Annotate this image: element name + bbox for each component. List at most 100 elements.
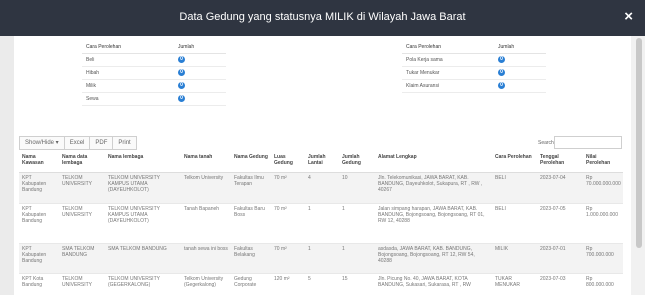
search-input[interactable]	[554, 136, 622, 149]
table-cell: TUKAR MENUKAR	[492, 273, 537, 295]
summary-row: Tukar Menukar 0	[402, 66, 546, 80]
summary-header-count: Jumlah	[174, 41, 226, 54]
table-cell: TELKOM UNIVERSITY	[59, 172, 105, 204]
count-badge[interactable]: 0	[498, 56, 505, 63]
pdf-button[interactable]: PDF	[90, 136, 114, 150]
summary-method: Beli	[82, 53, 174, 67]
print-button[interactable]: Print	[113, 136, 137, 150]
table-cell: 1	[305, 243, 339, 274]
table-cell: 1	[305, 203, 339, 244]
table-row: KPT Kabupaten Bandung TELKOM UNIVERSITY …	[19, 203, 623, 244]
modal-title: Data Gedung yang statusnya MILIK di Wila…	[179, 11, 466, 23]
buildings-table: Nama Kawasan Nama data lembaga Nama lemb…	[19, 152, 623, 295]
table-cell: Fakultas Ilmu Terapan	[231, 172, 271, 204]
column-header[interactable]: Nama Kawasan	[19, 152, 59, 173]
table-cell: Fakultas Belakang	[231, 243, 271, 274]
export-toolbar: Show/Hide ▾ Excel PDF Print	[19, 136, 137, 150]
column-header[interactable]: Luas Gedung	[271, 152, 305, 173]
table-cell: Rp 1.000.000.000	[583, 203, 623, 244]
table-cell: Tanah Bapaneh	[181, 203, 231, 244]
table-cell: Jln. Picung No. 40, JAWA BARAT, KOTA BAN…	[375, 273, 492, 295]
table-cell: 4	[305, 172, 339, 204]
summary-row: Beli 0	[82, 53, 226, 67]
table-cell: Rp 800.000.000	[583, 273, 623, 295]
table-cell: 1	[339, 203, 375, 244]
count-badge[interactable]: 0	[178, 69, 185, 76]
table-cell: 5	[305, 273, 339, 295]
table-cell: KPT Kabupaten Bandung	[19, 203, 59, 244]
count-badge[interactable]: 0	[178, 95, 185, 102]
table-cell: KPT Kabupaten Bandung	[19, 243, 59, 274]
column-header[interactable]: Cara Perolehan	[492, 152, 537, 173]
table-cell: Gedung Corporate	[231, 273, 271, 295]
table-cell: BELI	[492, 203, 537, 244]
table-cell: BELI	[492, 172, 537, 204]
table-cell: Jln. Telekomunikasi, JAWA BARAT, KAB. BA…	[375, 172, 492, 204]
close-icon[interactable]: ×	[624, 8, 633, 26]
column-header[interactable]: Nama data lembaga	[59, 152, 105, 173]
table-cell: TELKOM UNIVERSITY	[59, 273, 105, 295]
table-cell: asdasda, JAWA BARAT, KAB. BANDUNG, Bojon…	[375, 243, 492, 274]
summary-method: Tukar Menukar	[402, 66, 494, 80]
summary-method: Sewa	[82, 92, 174, 106]
table-cell: 2023-07-01	[537, 243, 583, 274]
count-badge[interactable]: 0	[178, 82, 185, 89]
column-header[interactable]: Jumlah Gedung	[339, 152, 375, 173]
table-cell: 70 m²	[271, 243, 305, 274]
column-header[interactable]: Nilai Perolehan	[583, 152, 623, 173]
summary-row: Sewa 0	[82, 92, 226, 106]
column-header[interactable]: Tenggal Perolehan	[537, 152, 583, 173]
table-cell: 2023-07-05	[537, 203, 583, 244]
summary-table-right: Cara Perolehan Jumlah Pola Kerja sama 0 …	[402, 41, 546, 93]
table-cell: Rp 700.000.000	[583, 243, 623, 274]
summary-row: Klaim Asuransi 0	[402, 79, 546, 93]
table-cell: 70 m²	[271, 203, 305, 244]
table-cell: 2023-07-04	[537, 172, 583, 204]
table-cell: KPT Kabupaten Bandung	[19, 172, 59, 204]
table-row: KPT Kota Bandung TELKOM UNIVERSITY TELKO…	[19, 273, 623, 295]
table-cell: MILIK	[492, 243, 537, 274]
summary-method: Hibah	[82, 66, 174, 80]
table-cell: 1	[339, 243, 375, 274]
table-cell: TELKOM UNIVERSITY (GEGERKALONG)	[105, 273, 181, 295]
summary-method: Pola Kerja sama	[402, 53, 494, 67]
column-header[interactable]: Alamat Lengkap	[375, 152, 492, 173]
table-cell: 120 m²	[271, 273, 305, 295]
table-cell: Rp 70.000.000.000	[583, 172, 623, 204]
show-hide-button[interactable]: Show/Hide ▾	[19, 136, 65, 150]
summary-table-left: Cara Perolehan Jumlah Beli 0 Hibah 0 Mil…	[82, 41, 226, 106]
table-cell: 15	[339, 273, 375, 295]
table-cell: KPT Kota Bandung	[19, 273, 59, 295]
summary-row: Milik 0	[82, 79, 226, 93]
table-cell: Telkom University	[181, 172, 231, 204]
summary-row: Pola Kerja sama 0	[402, 53, 546, 67]
excel-button[interactable]: Excel	[64, 136, 91, 150]
table-row: KPT Kabupaten Bandung SMA TELKOM BANDUNG…	[19, 243, 623, 274]
column-header[interactable]: Jumlah Lantai	[305, 152, 339, 173]
table-cell: Telkom University (Gegerkalong)	[181, 273, 231, 295]
summary-header-method: Cara Perolehan	[402, 41, 494, 54]
column-header[interactable]: Nama tanah	[181, 152, 231, 173]
table-cell: 2023-07-03	[537, 273, 583, 295]
count-badge[interactable]: 0	[498, 69, 505, 76]
table-cell: TELKOM UNIVERSITY KAMPUS UTAMA (DAYEUHKO…	[105, 203, 181, 244]
column-header[interactable]: Nama Gedung	[231, 152, 271, 173]
count-badge[interactable]: 0	[178, 56, 185, 63]
table-cell: TELKOM UNIVERSITY KAMPUS UTAMA (DAYEUHKO…	[105, 172, 181, 204]
scrollbar-thumb[interactable]	[636, 38, 642, 248]
search-label: Search:	[538, 140, 556, 146]
count-badge[interactable]: 0	[498, 82, 505, 89]
summary-method: Klaim Asuransi	[402, 79, 494, 93]
table-cell: SMA TELKOM BANDUNG	[105, 243, 181, 274]
column-header[interactable]: Nama lembaga	[105, 152, 181, 173]
summary-row: Hibah 0	[82, 66, 226, 80]
summary-method: Milik	[82, 79, 174, 93]
table-cell: SMA TELKOM BANDUNG	[59, 243, 105, 274]
table-header-row: Nama Kawasan Nama data lembaga Nama lemb…	[19, 152, 623, 173]
page-background-strip	[0, 36, 14, 295]
table-row: KPT Kabupaten Bandung TELKOM UNIVERSITY …	[19, 172, 623, 204]
table-cell: TELKOM UNIVERSITY	[59, 203, 105, 244]
summary-header-method: Cara Perolehan	[82, 41, 174, 54]
table-cell: Jalan simpang harapan, JAWA BARAT, KAB. …	[375, 203, 492, 244]
summary-header-count: Jumlah	[494, 41, 546, 54]
